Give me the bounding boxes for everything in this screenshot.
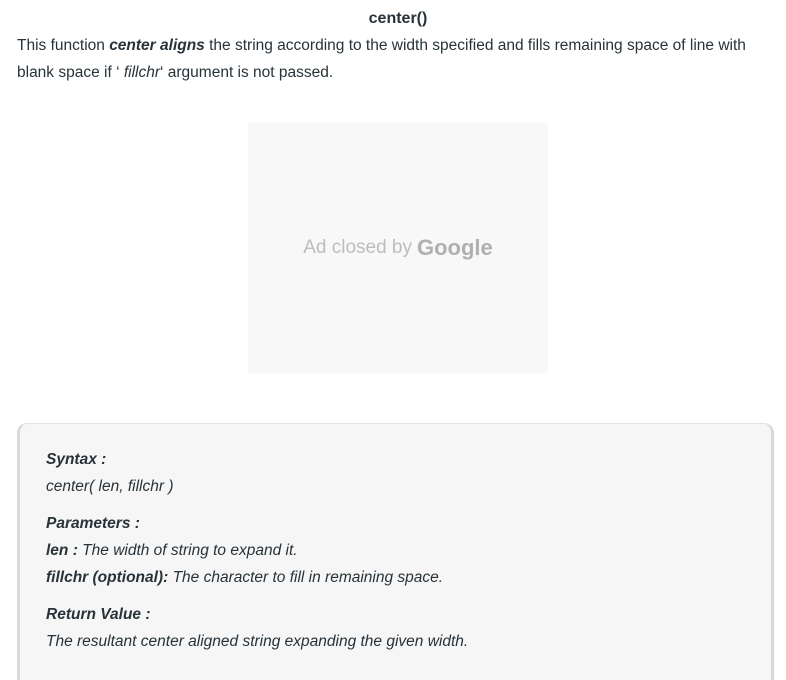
- syntax-box: Syntax : center( len, fillchr ) Paramete…: [17, 423, 774, 680]
- param-desc: The character to fill in remaining space…: [168, 569, 444, 586]
- ad-closed-text: Ad closed by: [303, 237, 412, 258]
- intro-arg: fillchr: [123, 64, 161, 81]
- ad-brand-logo: Google: [417, 235, 493, 260]
- param-item: len : The width of string to expand it.: [46, 542, 298, 560]
- ad-placeholder: Ad closed by Google: [248, 123, 548, 373]
- intro-text-1: This function: [17, 37, 110, 54]
- intro-emphasis: center aligns: [109, 37, 205, 54]
- param-name: len :: [46, 542, 78, 559]
- return-value: The resultant center aligned string expa…: [46, 633, 469, 650]
- param-name: fillchr (optional):: [46, 569, 169, 586]
- param-item: fillchr (optional): The character to fil…: [46, 569, 443, 587]
- syntax-label: Syntax :: [46, 451, 107, 468]
- intro-paragraph: This function center aligns the string a…: [17, 32, 782, 86]
- page-title: center(): [368, 10, 428, 27]
- return-label: Return Value :: [46, 606, 151, 623]
- param-desc: The width of string to expand it.: [77, 542, 298, 559]
- syntax-value: center( len, fillchr ): [46, 478, 174, 495]
- intro-text-3: ‘ argument is not passed.: [160, 64, 334, 81]
- parameters-label: Parameters :: [46, 515, 140, 532]
